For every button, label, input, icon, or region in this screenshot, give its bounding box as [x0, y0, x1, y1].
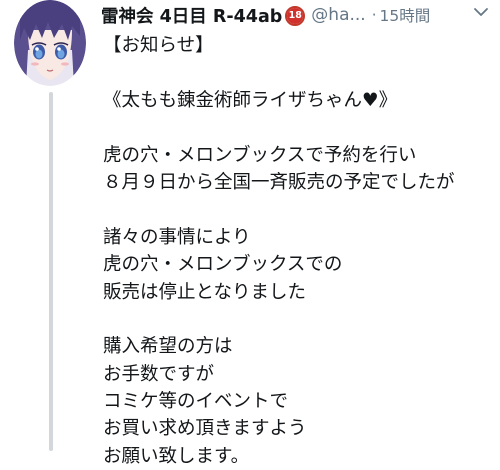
tweet-text-line: 【お知らせ】 [103, 35, 214, 56]
thread-line [49, 92, 53, 451]
tweet-text-line: 虎の穴・メロンブックスで予約を行い [103, 144, 417, 166]
tweet-text: 【お知らせ】 《太もも錬金術師ライザちゃん♥》 虎の穴・メロンブックスで予約を行… [103, 32, 495, 470]
display-name[interactable]: 雷神会 4日目 R-44ab [101, 3, 282, 28]
tweet-text-line: 購入希望の方は [103, 336, 233, 358]
tweet-text-line: お手数ですが [103, 363, 215, 385]
separator-dot: · [371, 6, 377, 24]
anime-avatar-icon [14, 0, 86, 86]
tweet-text-line [103, 114, 495, 141]
tweet-text-line: 虎の穴・メロンブックスでの [103, 254, 343, 276]
r18-badge-label: 18 [287, 8, 304, 24]
timestamp[interactable]: 15時間 [379, 4, 430, 26]
tweet-header: 雷神会 4日目 R-44ab 18 @ha... · 15時間 [101, 2, 430, 28]
tweet-text-line [103, 306, 495, 333]
tweet-text-line [103, 59, 495, 86]
tweet-text-line: お買い求め頂きますよう [103, 418, 307, 440]
tweet-text-line: コミケ等のイベントで [103, 391, 289, 413]
r18-badge-icon: 18 [285, 6, 306, 26]
tweet-text-line: ８月９日から全国一斉販売の予定でしたが [103, 171, 455, 193]
user-handle[interactable]: @ha... [311, 5, 365, 25]
tweet-text-line [103, 196, 495, 223]
chevron-down-icon[interactable] [473, 6, 489, 18]
tweet-text-line: 諸々の事情により [103, 226, 251, 248]
avatar[interactable] [14, 0, 86, 86]
tweet[interactable]: 雷神会 4日目 R-44ab 18 @ha... · 15時間 【お知らせ】 《… [0, 0, 500, 467]
tweet-text-line: お願い致します。 [103, 445, 250, 467]
tweet-text-line: 《太もも錬金術師ライザちゃん♥》 [103, 89, 398, 111]
tweet-text-line: 販売は停止となりました [103, 281, 306, 303]
